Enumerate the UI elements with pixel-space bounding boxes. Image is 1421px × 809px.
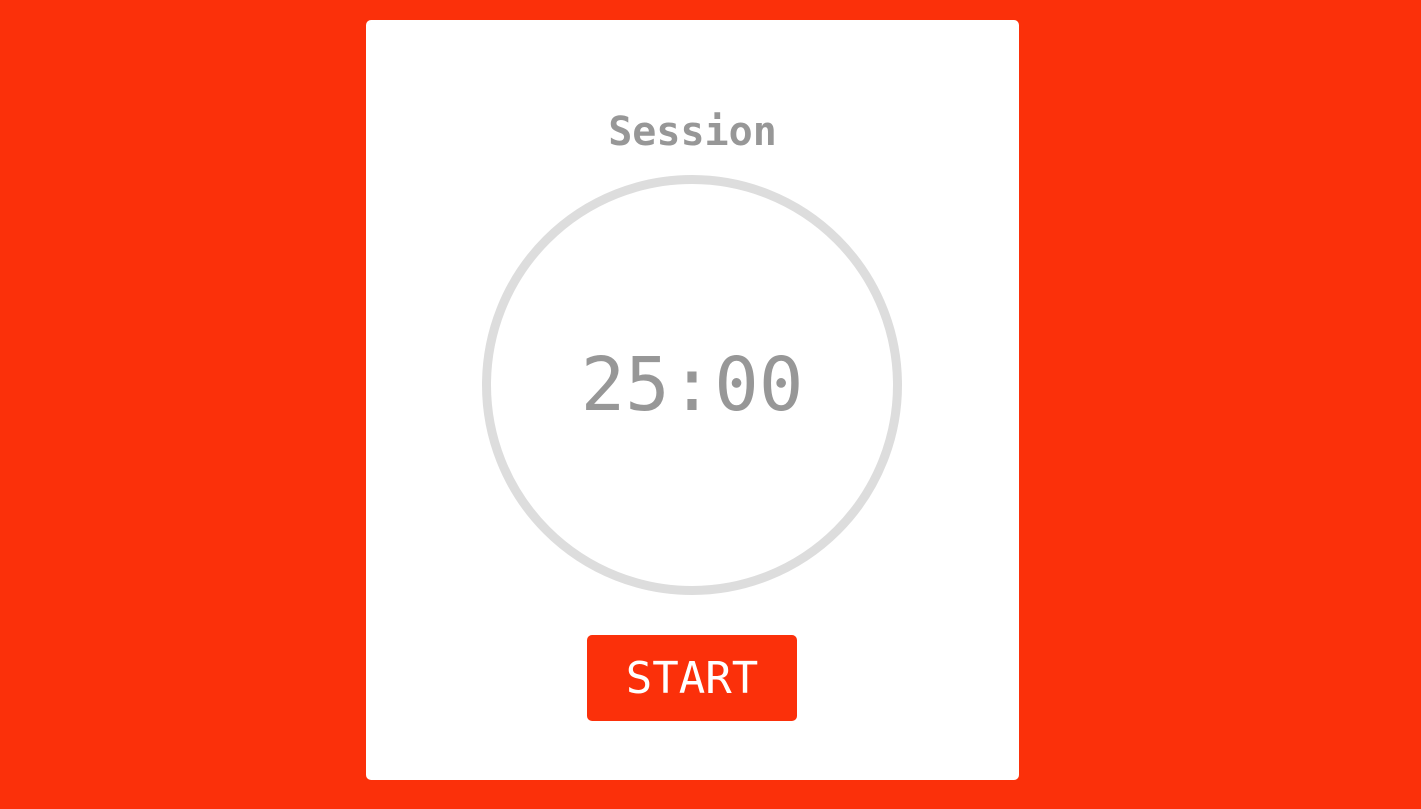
timer-card: Session 25:00 START	[366, 20, 1019, 780]
timer-ring: 25:00	[482, 175, 902, 595]
session-title: Session	[608, 109, 777, 155]
timer-display: 25:00	[580, 342, 804, 428]
start-button[interactable]: START	[587, 635, 797, 721]
